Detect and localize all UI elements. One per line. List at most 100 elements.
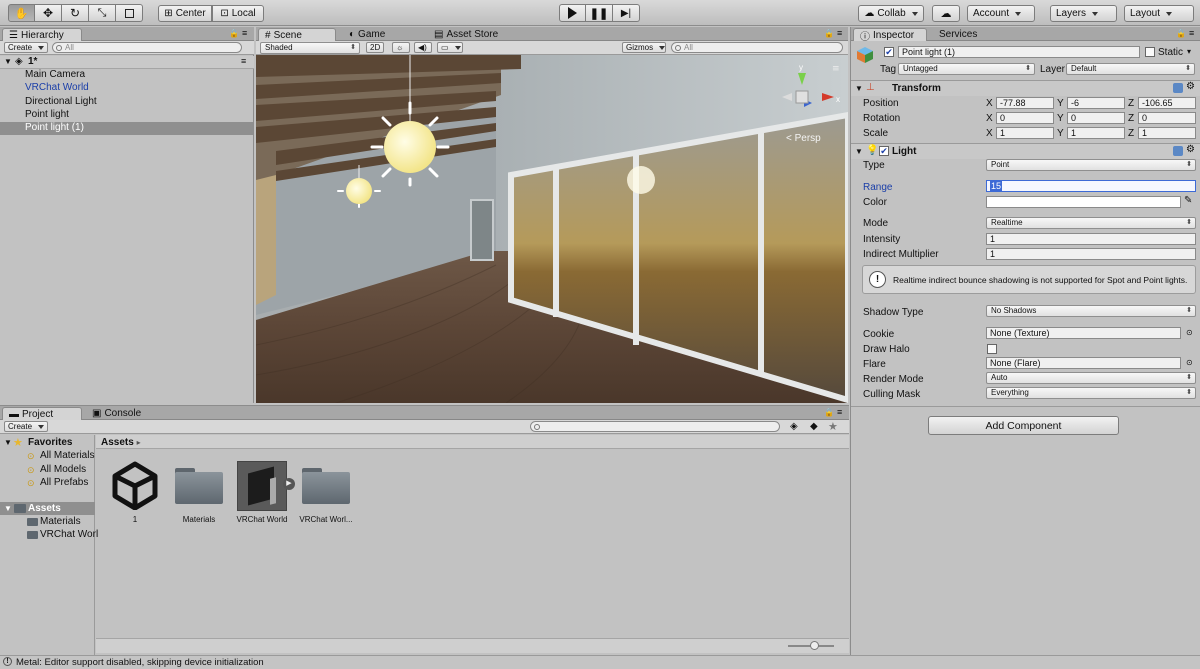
asset-folder-materials[interactable] <box>175 466 223 504</box>
light-help-icon[interactable] <box>1173 146 1183 156</box>
filter-by-type-icon[interactable]: ◈ <box>790 421 798 432</box>
axis-x-label[interactable]: X <box>986 98 993 109</box>
status-message[interactable]: Metal: Editor support disabled, skipping… <box>16 657 264 668</box>
tab-asset-store[interactable]: ▤ Asset Store <box>428 28 504 41</box>
flare-field[interactable]: None (Flare) <box>986 357 1181 369</box>
favorites-title[interactable]: Favorites <box>28 437 72 448</box>
static-checkbox[interactable] <box>1145 47 1155 57</box>
indirect-multiplier-field[interactable]: 1 <box>986 248 1196 260</box>
slider-thumb[interactable] <box>810 641 819 650</box>
axis-y-label[interactable]: Y <box>1057 128 1064 139</box>
scene-menu-icon[interactable]: ≡ <box>241 56 246 66</box>
static-dropdown-icon[interactable]: ▾ <box>1187 47 1191 56</box>
tab-project[interactable]: ▬ Project <box>2 407 82 420</box>
cookie-picker-icon[interactable]: ⊙ <box>1186 328 1193 337</box>
effects-dropdown[interactable]: ▭ <box>437 42 463 53</box>
inspector-lock-icon[interactable]: 🔒 <box>1176 29 1186 38</box>
project-create-button[interactable]: Create <box>4 421 49 432</box>
tab-scene[interactable]: # Scene <box>258 28 336 41</box>
transform-rotation-z-field[interactable]: 0 <box>1138 112 1196 124</box>
light-fold-icon[interactable]: ▼ <box>855 147 863 156</box>
tab-console[interactable]: ▣ Console <box>86 407 147 420</box>
light-type-dropdown[interactable]: Point <box>986 159 1196 171</box>
tab-inspector[interactable]: ⓘ Inspector <box>853 28 927 43</box>
gizmo-center[interactable] <box>795 90 809 104</box>
cookie-field[interactable]: None (Texture) <box>986 327 1181 339</box>
expand-arrow-icon[interactable]: ▼ <box>4 57 12 66</box>
filter-by-label-icon[interactable]: ◆ <box>810 421 818 432</box>
asset-prefab-vrchat-world[interactable] <box>237 461 287 511</box>
object-name-field[interactable]: Point light (1) <box>898 46 1140 58</box>
favorite-star-icon[interactable]: ★ <box>828 420 838 433</box>
audio-toggle-button[interactable]: ◀) <box>414 42 432 53</box>
rotate-tool-button[interactable]: ↻ <box>62 4 89 22</box>
transform-rotation-y-field[interactable]: 0 <box>1067 112 1125 124</box>
color-swatch[interactable] <box>986 196 1181 208</box>
pause-button[interactable]: ❚❚ <box>586 4 613 22</box>
tag-dropdown[interactable]: Untagged <box>898 63 1035 75</box>
tab-services[interactable]: Services <box>933 28 983 41</box>
transform-position-z-field[interactable]: -106.65 <box>1138 97 1196 109</box>
layer-dropdown[interactable]: Default <box>1066 63 1195 75</box>
transform-scale-z-field[interactable]: 1 <box>1138 127 1196 139</box>
hierarchy-item-vrchat-world[interactable]: VRChat World <box>25 82 254 95</box>
tab-game[interactable]: ◐ Game <box>343 28 391 41</box>
hierarchy-item-main-camera[interactable]: Main Camera <box>25 69 254 82</box>
culling-mask-dropdown[interactable]: Everything <box>986 387 1196 399</box>
scene-panel-menu-icon[interactable]: ≡ <box>837 28 842 38</box>
axis-y-label[interactable]: Y <box>1057 98 1064 109</box>
active-checkbox[interactable]: ✔ <box>884 47 894 57</box>
range-field[interactable]: 15 <box>986 180 1196 192</box>
breadcrumb-assets[interactable]: Assets ▸ <box>101 437 141 448</box>
pivot-center-button[interactable]: ⊞ Center <box>158 5 212 22</box>
layout-dropdown[interactable]: Layout <box>1124 5 1194 22</box>
axis-x-label[interactable]: X <box>986 128 993 139</box>
hierarchy-item-point-light-1[interactable]: Point light (1) <box>25 122 254 135</box>
tree-folder-materials[interactable]: Materials <box>40 516 81 527</box>
play-button[interactable] <box>559 4 586 22</box>
inspector-menu-icon[interactable]: ≡ <box>1189 28 1194 38</box>
mode-dropdown[interactable]: Realtime <box>986 217 1196 229</box>
light-enabled-checkbox[interactable]: ✔ <box>879 146 889 156</box>
scene-header-row[interactable] <box>0 56 254 69</box>
lock-icon[interactable]: 🔒 <box>229 29 239 38</box>
account-dropdown[interactable]: Account <box>967 5 1035 22</box>
tree-folder-vrchat-world[interactable]: VRChat Worl <box>40 529 98 540</box>
panel-menu-icon[interactable]: ≡ <box>242 28 247 38</box>
scene-search-input[interactable]: All <box>671 42 843 53</box>
flare-picker-icon[interactable]: ⊙ <box>1186 358 1193 367</box>
hand-tool-button[interactable]: ✋ <box>8 4 35 22</box>
cloud-services-button[interactable]: ☁ <box>932 5 960 22</box>
transform-position-x-field[interactable]: -77.88 <box>996 97 1054 109</box>
add-component-button[interactable]: Add Component <box>928 416 1119 435</box>
axis-x-label[interactable]: X <box>986 113 993 124</box>
favorite-all-materials[interactable]: All Materials <box>40 450 94 461</box>
transform-rotation-x-field[interactable]: 0 <box>996 112 1054 124</box>
lighting-toggle-button[interactable]: ☼ <box>392 42 410 53</box>
transform-position-y-field[interactable]: -6 <box>1067 97 1125 109</box>
transform-scale-x-field[interactable]: 1 <box>996 127 1054 139</box>
hierarchy-search-input[interactable]: All <box>52 42 242 53</box>
collab-dropdown[interactable]: ☁ Collab <box>858 5 924 22</box>
persp-label[interactable]: < Persp <box>786 133 821 144</box>
transform-settings-icon[interactable]: ⚙ <box>1186 81 1195 92</box>
shadow-type-dropdown[interactable]: No Shadows <box>986 305 1196 317</box>
hierarchy-item-directional-light[interactable]: Directional Light <box>25 96 254 109</box>
axis-y-label[interactable]: Y <box>1057 113 1064 124</box>
gizmos-dropdown[interactable]: Gizmos <box>622 42 666 53</box>
scale-tool-button[interactable]: ⤡ <box>89 4 116 22</box>
draw-halo-checkbox[interactable] <box>987 344 997 354</box>
intensity-field[interactable]: 1 <box>986 233 1196 245</box>
scene-lock-icon[interactable]: 🔒 <box>824 29 834 38</box>
rect-tool-button[interactable] <box>116 4 143 22</box>
scene-viewport[interactable]: y x < Persp ≡ <box>256 55 848 403</box>
asset-folder-vrchat-world[interactable] <box>302 466 350 504</box>
hierarchy-create-button[interactable]: Create <box>4 42 49 53</box>
prefab-expand-icon[interactable]: ▶ <box>283 478 295 490</box>
project-search-input[interactable] <box>530 421 780 432</box>
move-tool-button[interactable]: ✥ <box>35 4 62 22</box>
hierarchy-item-point-light[interactable]: Point light <box>25 109 254 122</box>
shading-mode-dropdown[interactable]: Shaded <box>260 42 360 54</box>
eyedropper-icon[interactable]: ✎ <box>1184 195 1192 206</box>
favorites-expand-icon[interactable]: ▼ <box>4 438 12 447</box>
